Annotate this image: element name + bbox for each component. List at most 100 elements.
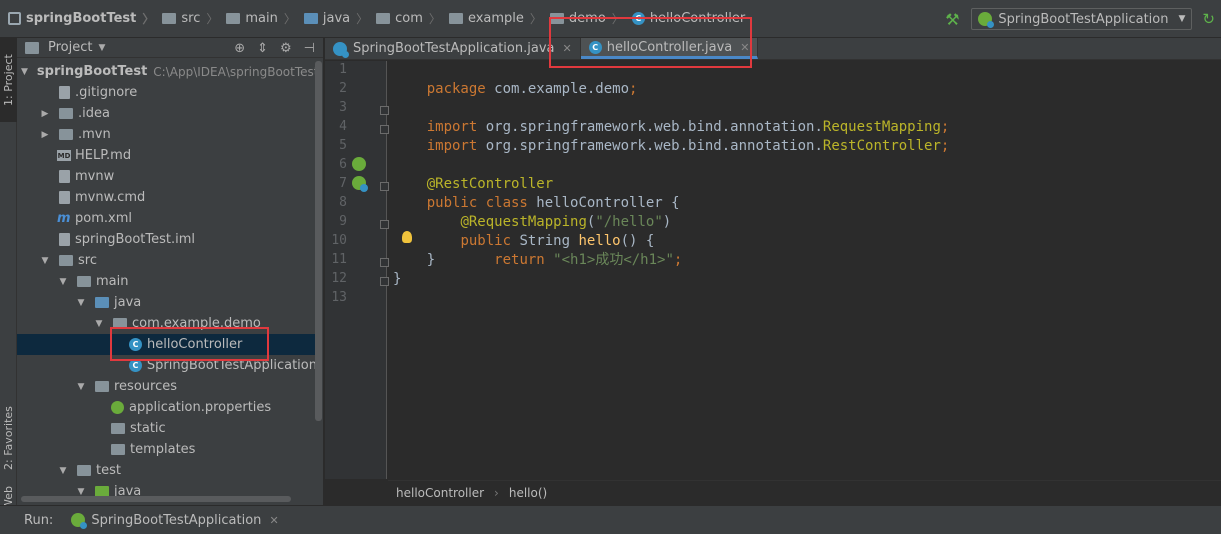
- file-icon: [59, 191, 70, 204]
- project-panel-title[interactable]: Project: [48, 40, 92, 55]
- tree-item-application-properties[interactable]: application.properties: [17, 397, 317, 418]
- build-hammer-icon[interactable]: ⚒: [941, 8, 963, 30]
- close-icon[interactable]: ✕: [269, 514, 278, 527]
- fold-marker-icon[interactable]: [380, 277, 389, 286]
- line-number: 6: [339, 157, 347, 172]
- collapse-arrow-icon[interactable]: ▶: [39, 109, 51, 119]
- tree-item-application-class[interactable]: C SpringBootTestApplication: [17, 355, 317, 376]
- tab-spring-boot-test-application[interactable]: SpringBootTestApplication.java ✕: [325, 38, 581, 59]
- project-horizontal-scrollbar[interactable]: [21, 496, 291, 502]
- locate-icon[interactable]: ⊕: [234, 41, 245, 56]
- tree-item-mvn[interactable]: ▶ .mvn: [17, 124, 317, 145]
- tree-item-test[interactable]: ▼ test: [17, 460, 317, 481]
- toolbar-right: ⚒ SpringBootTestApplication ▼ ↻: [941, 0, 1221, 38]
- breadcrumb-demo[interactable]: demo 〉: [546, 0, 628, 37]
- code-line-11: }: [393, 252, 436, 268]
- semicolon: ;: [940, 138, 950, 154]
- package-icon: [376, 13, 391, 24]
- breadcrumb-example[interactable]: example 〉: [445, 0, 546, 37]
- source-folder-icon: [303, 13, 318, 24]
- tree-item-package[interactable]: ▼ com.example.demo: [17, 313, 317, 334]
- breadcrumb-label: java: [322, 11, 351, 26]
- resources-folder-icon: [95, 381, 109, 392]
- expand-arrow-icon[interactable]: ▼: [57, 277, 69, 287]
- breadcrumb-src[interactable]: src 〉: [158, 0, 222, 37]
- tab-hello-controller[interactable]: C helloController.java ✕: [580, 38, 759, 59]
- line-number: 4: [339, 119, 347, 134]
- fold-marker-icon[interactable]: [380, 220, 389, 229]
- tool-tab-favorites[interactable]: 2: Favorites: [0, 398, 17, 478]
- expand-arrow-icon[interactable]: ▼: [21, 67, 28, 77]
- code-editor[interactable]: package com.example.demo; import org.spr…: [393, 61, 1221, 479]
- breadcrumb-main[interactable]: main 〉: [222, 0, 300, 37]
- tree-item-src[interactable]: ▼ src: [17, 250, 317, 271]
- rerun-icon[interactable]: ↻: [1202, 10, 1215, 28]
- expand-arrow-icon[interactable]: ▼: [39, 256, 51, 266]
- chevron-right-icon: 〉: [283, 12, 296, 26]
- hide-icon[interactable]: ⊣: [304, 41, 315, 56]
- expand-arrow-icon[interactable]: ▼: [75, 382, 87, 392]
- tree-item-label: com.example.demo: [132, 316, 261, 331]
- tree-item-label: static: [130, 421, 166, 436]
- tool-tab-project[interactable]: 1: Project: [0, 38, 17, 122]
- tree-item-templates[interactable]: templates: [17, 439, 317, 460]
- semicolon: ;: [673, 252, 683, 268]
- tree-item-mvnw[interactable]: mvnw: [17, 166, 317, 187]
- spring-bean-gutter-icon[interactable]: [352, 157, 366, 171]
- folder-icon: [111, 444, 125, 455]
- lightbulb-icon[interactable]: [402, 231, 412, 243]
- tree-item-main[interactable]: ▼ main: [17, 271, 317, 292]
- collapse-all-icon[interactable]: ⇕: [257, 41, 268, 56]
- tree-item-static[interactable]: static: [17, 418, 317, 439]
- spring-class-gutter-icon[interactable]: [352, 176, 368, 192]
- tree-item-label: springBootTest: [36, 64, 148, 79]
- close-icon[interactable]: ✕: [740, 41, 749, 54]
- fold-marker-icon[interactable]: [380, 106, 389, 115]
- expand-arrow-icon[interactable]: ▼: [57, 466, 69, 476]
- editor-gutter: 1 2 3 4 5 6 7 8 9 10 11 12 13: [325, 61, 389, 479]
- run-configuration-select[interactable]: SpringBootTestApplication ▼: [971, 8, 1193, 30]
- tree-item-idea[interactable]: ▶ .idea: [17, 103, 317, 124]
- tree-item-iml[interactable]: springBootTest.iml: [17, 229, 317, 250]
- breadcrumb-label: example: [467, 11, 524, 26]
- run-tool-bar: Run: SpringBootTestApplication ✕: [0, 505, 1221, 534]
- tree-item-label: mvnw.cmd: [75, 190, 146, 205]
- fold-marker-icon[interactable]: [380, 125, 389, 134]
- navigation-bar: springBootTest 〉 src 〉 main 〉 java 〉 com…: [0, 0, 1221, 38]
- tree-item-mvnw-cmd[interactable]: mvnw.cmd: [17, 187, 317, 208]
- tree-item-label: SpringBootTestApplication: [146, 358, 317, 373]
- editor-breadcrumb: helloController › hello(): [388, 480, 1221, 504]
- tree-item-project-root[interactable]: ▼ springBootTest C:\App\IDEA\springBootT…: [17, 61, 318, 82]
- run-tab-application[interactable]: SpringBootTestApplication ✕: [71, 513, 279, 529]
- tree-item-label: helloController: [147, 337, 243, 352]
- breadcrumb-com[interactable]: com 〉: [372, 0, 445, 37]
- kw-import: import: [426, 138, 486, 154]
- tree-item-hello-controller[interactable]: C helloController: [17, 334, 317, 355]
- spring-boot-icon: [71, 513, 88, 529]
- tree-item-pom-xml[interactable]: m pom.xml: [17, 208, 317, 229]
- project-scrollbar[interactable]: [315, 61, 322, 421]
- expand-arrow-icon[interactable]: ▼: [75, 298, 87, 308]
- tree-item-resources[interactable]: ▼ resources: [17, 376, 317, 397]
- spring-class-icon: [333, 41, 349, 58]
- expand-arrow-icon[interactable]: ▼: [93, 319, 105, 329]
- editor-breadcrumb-method[interactable]: hello(): [509, 486, 547, 500]
- breadcrumb-class[interactable]: C helloController: [628, 0, 749, 37]
- fold-marker-icon[interactable]: [380, 182, 389, 191]
- kw-return: return: [494, 252, 554, 268]
- breadcrumb-project[interactable]: springBootTest 〉: [4, 0, 158, 37]
- tree-item-java-main[interactable]: ▼ java: [17, 292, 317, 313]
- tree-item-gitignore[interactable]: .gitignore: [17, 82, 317, 103]
- gear-icon[interactable]: ⚙: [280, 41, 292, 56]
- tree-item-help-md[interactable]: MD HELP.md: [17, 145, 317, 166]
- breadcrumb-label: springBootTest: [26, 11, 137, 26]
- project-view-icon: [25, 41, 39, 54]
- close-icon[interactable]: ✕: [562, 42, 571, 55]
- expand-arrow-icon[interactable]: ▼: [75, 487, 87, 497]
- collapse-arrow-icon[interactable]: ▶: [39, 130, 51, 140]
- breadcrumb: springBootTest 〉 src 〉 main 〉 java 〉 com…: [0, 0, 749, 37]
- breadcrumb-java[interactable]: java 〉: [300, 0, 372, 37]
- chevron-down-icon[interactable]: ▼: [98, 43, 105, 53]
- fold-marker-icon[interactable]: [380, 258, 389, 267]
- editor-breadcrumb-class[interactable]: helloController: [396, 486, 484, 500]
